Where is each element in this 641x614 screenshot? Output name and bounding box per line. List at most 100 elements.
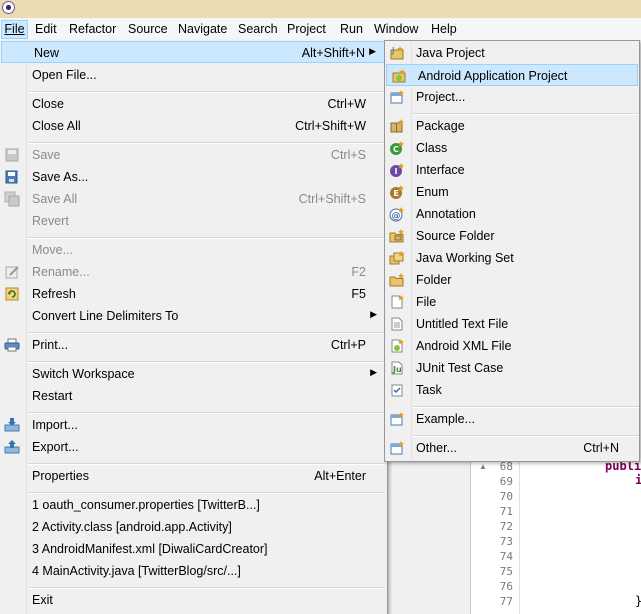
submenu-item-android-xml-file[interactable]: Android XML File: [385, 335, 639, 357]
menu-item-accelerator: Ctrl+N: [583, 441, 619, 455]
submenu-item-interface[interactable]: I Interface: [385, 159, 639, 181]
menu-item-label: File: [416, 295, 437, 309]
menu-item-recent-file[interactable]: 1 oauth_consumer.properties [TwitterB...…: [0, 494, 385, 516]
eclipse-app-icon: [2, 1, 15, 14]
menu-item-label: Folder: [416, 273, 452, 287]
import-icon: [4, 417, 20, 433]
svg-text:@: @: [392, 212, 401, 222]
folder-icon: [389, 272, 405, 288]
menu-item-label: Export...: [32, 440, 79, 454]
menu-item-properties[interactable]: Properties Alt+Enter: [0, 465, 385, 487]
submenu-arrow-icon: ▶: [370, 309, 377, 319]
submenu-item-enum[interactable]: E Enum: [385, 181, 639, 203]
save-as-icon: [4, 169, 20, 185]
svg-text:J: J: [391, 46, 394, 55]
working-set-icon: [389, 250, 405, 266]
menu-navigate[interactable]: Navigate: [178, 21, 227, 38]
submenu-item-java-working-set[interactable]: Java Working Set: [385, 247, 639, 269]
menu-item-accelerator: Ctrl+W: [327, 97, 366, 111]
class-icon: C: [389, 140, 405, 156]
submenu-item-android-application-project[interactable]: Android Application Project: [386, 64, 638, 86]
menu-item-label: Source Folder: [416, 229, 495, 243]
submenu-item-annotation[interactable]: @ Annotation: [385, 203, 639, 225]
menu-item-convert-line-delimiters[interactable]: Convert Line Delimiters To ▶: [0, 305, 385, 327]
menu-item-label: Task: [416, 383, 442, 397]
submenu-item-java-project[interactable]: J Java Project: [385, 42, 639, 64]
submenu-item-task[interactable]: Task: [385, 379, 639, 401]
menu-search[interactable]: Search: [238, 21, 278, 38]
menu-item-save-all[interactable]: Save All Ctrl+Shift+S: [0, 188, 385, 210]
submenu-item-project[interactable]: Project...: [385, 86, 639, 108]
submenu-item-example[interactable]: Example...: [385, 408, 639, 430]
menu-item-accelerator: F2: [351, 265, 366, 279]
submenu-arrow-icon: ▶: [370, 367, 377, 377]
menu-item-label: Restart: [32, 389, 73, 403]
submenu-item-file[interactable]: File: [385, 291, 639, 313]
menu-item-import[interactable]: Import...: [0, 414, 385, 436]
submenu-item-folder[interactable]: Folder: [385, 269, 639, 291]
source-folder-icon: [389, 228, 405, 244]
menu-item-print[interactable]: Print... Ctrl+P: [0, 334, 385, 356]
menu-item-accelerator: Alt+Shift+N: [301, 46, 365, 60]
submenu-item-package[interactable]: Package: [385, 115, 639, 137]
menu-window[interactable]: Window: [374, 21, 418, 38]
menu-item-recent-file[interactable]: 3 AndroidManifest.xml [DiwaliCardCreator…: [0, 538, 385, 560]
submenu-item-class[interactable]: C Class: [385, 137, 639, 159]
line-number: 69: [499, 475, 513, 488]
menu-item-accelerator: F5: [351, 287, 366, 301]
menu-item-label: Save As...: [32, 170, 89, 184]
menu-help[interactable]: Help: [431, 21, 457, 38]
menu-item-save-as[interactable]: Save As...: [0, 166, 385, 188]
code-keyword: i: [635, 473, 641, 487]
menu-item-label: Untitled Text File: [416, 317, 509, 331]
menu-item-save[interactable]: Save Ctrl+S: [0, 144, 385, 166]
menu-item-recent-file[interactable]: 4 MainActivity.java [TwitterBlog/src/...…: [0, 560, 385, 582]
rename-icon: [4, 264, 20, 280]
menu-item-label: Revert: [32, 214, 69, 228]
menu-item-new[interactable]: New Alt+Shift+N ▶: [1, 41, 385, 63]
menu-item-label: JUnit Test Case: [416, 361, 504, 375]
code-editor[interactable]: ▲ 68 69 70 71 72 73 74 75 76 77 publi i …: [470, 458, 641, 614]
interface-icon: I: [389, 162, 405, 178]
line-number-gutter: ▲ 68 69 70 71 72 73 74 75 76 77: [471, 458, 520, 614]
menu-item-label: Example...: [416, 412, 476, 426]
menu-item-refresh[interactable]: Refresh F5: [0, 283, 385, 305]
svg-text:C: C: [393, 145, 399, 154]
fold-icon: ▲: [479, 462, 487, 471]
menu-item-label: Save All: [32, 192, 78, 206]
menu-item-restart[interactable]: Restart: [0, 385, 385, 407]
menu-item-recent-file[interactable]: 2 Activity.class [android.app.Activity]: [0, 516, 385, 538]
menu-project[interactable]: Project: [287, 21, 326, 38]
submenu-item-untitled-text-file[interactable]: Untitled Text File: [385, 313, 639, 335]
menu-item-switch-workspace[interactable]: Switch Workspace ▶: [0, 363, 385, 385]
line-number: 70: [499, 490, 513, 503]
menu-item-open-file[interactable]: Open File...: [0, 64, 385, 86]
menu-item-exit[interactable]: Exit: [0, 589, 385, 611]
submenu-item-other[interactable]: Other... Ctrl+N: [385, 437, 639, 459]
menu-item-move[interactable]: Move...: [0, 239, 385, 261]
menu-item-label: Class: [416, 141, 448, 155]
submenu-item-junit-test-case[interactable]: Ju JUnit Test Case: [385, 357, 639, 379]
text-file-icon: [389, 316, 405, 332]
menu-item-label: Exit: [32, 593, 53, 607]
menu-item-revert[interactable]: Revert: [0, 210, 385, 232]
menu-item-close[interactable]: Close Ctrl+W: [0, 93, 385, 115]
printer-icon: [4, 337, 20, 353]
menu-file[interactable]: File: [1, 20, 28, 39]
submenu-item-source-folder[interactable]: Source Folder: [385, 225, 639, 247]
menu-item-rename[interactable]: Rename... F2: [0, 261, 385, 283]
menu-item-export[interactable]: Export...: [0, 436, 385, 458]
save-icon: [4, 147, 20, 163]
menu-source[interactable]: Source: [128, 21, 168, 38]
menu-item-label: 4 MainActivity.java [TwitterBlog/src/...…: [32, 564, 241, 578]
menu-item-close-all[interactable]: Close All Ctrl+Shift+W: [0, 115, 385, 137]
menu-refactor[interactable]: Refactor: [69, 21, 116, 38]
menu-bar: File Edit Refactor Source Navigate Searc…: [0, 18, 641, 41]
menu-edit[interactable]: Edit: [35, 21, 57, 38]
menu-run[interactable]: Run: [340, 21, 363, 38]
line-number: 71: [499, 505, 513, 518]
menu-item-label: Print...: [32, 338, 69, 352]
enum-icon: E: [389, 184, 405, 200]
menu-item-accelerator: Ctrl+Shift+S: [298, 192, 366, 206]
save-all-icon: [4, 191, 20, 207]
